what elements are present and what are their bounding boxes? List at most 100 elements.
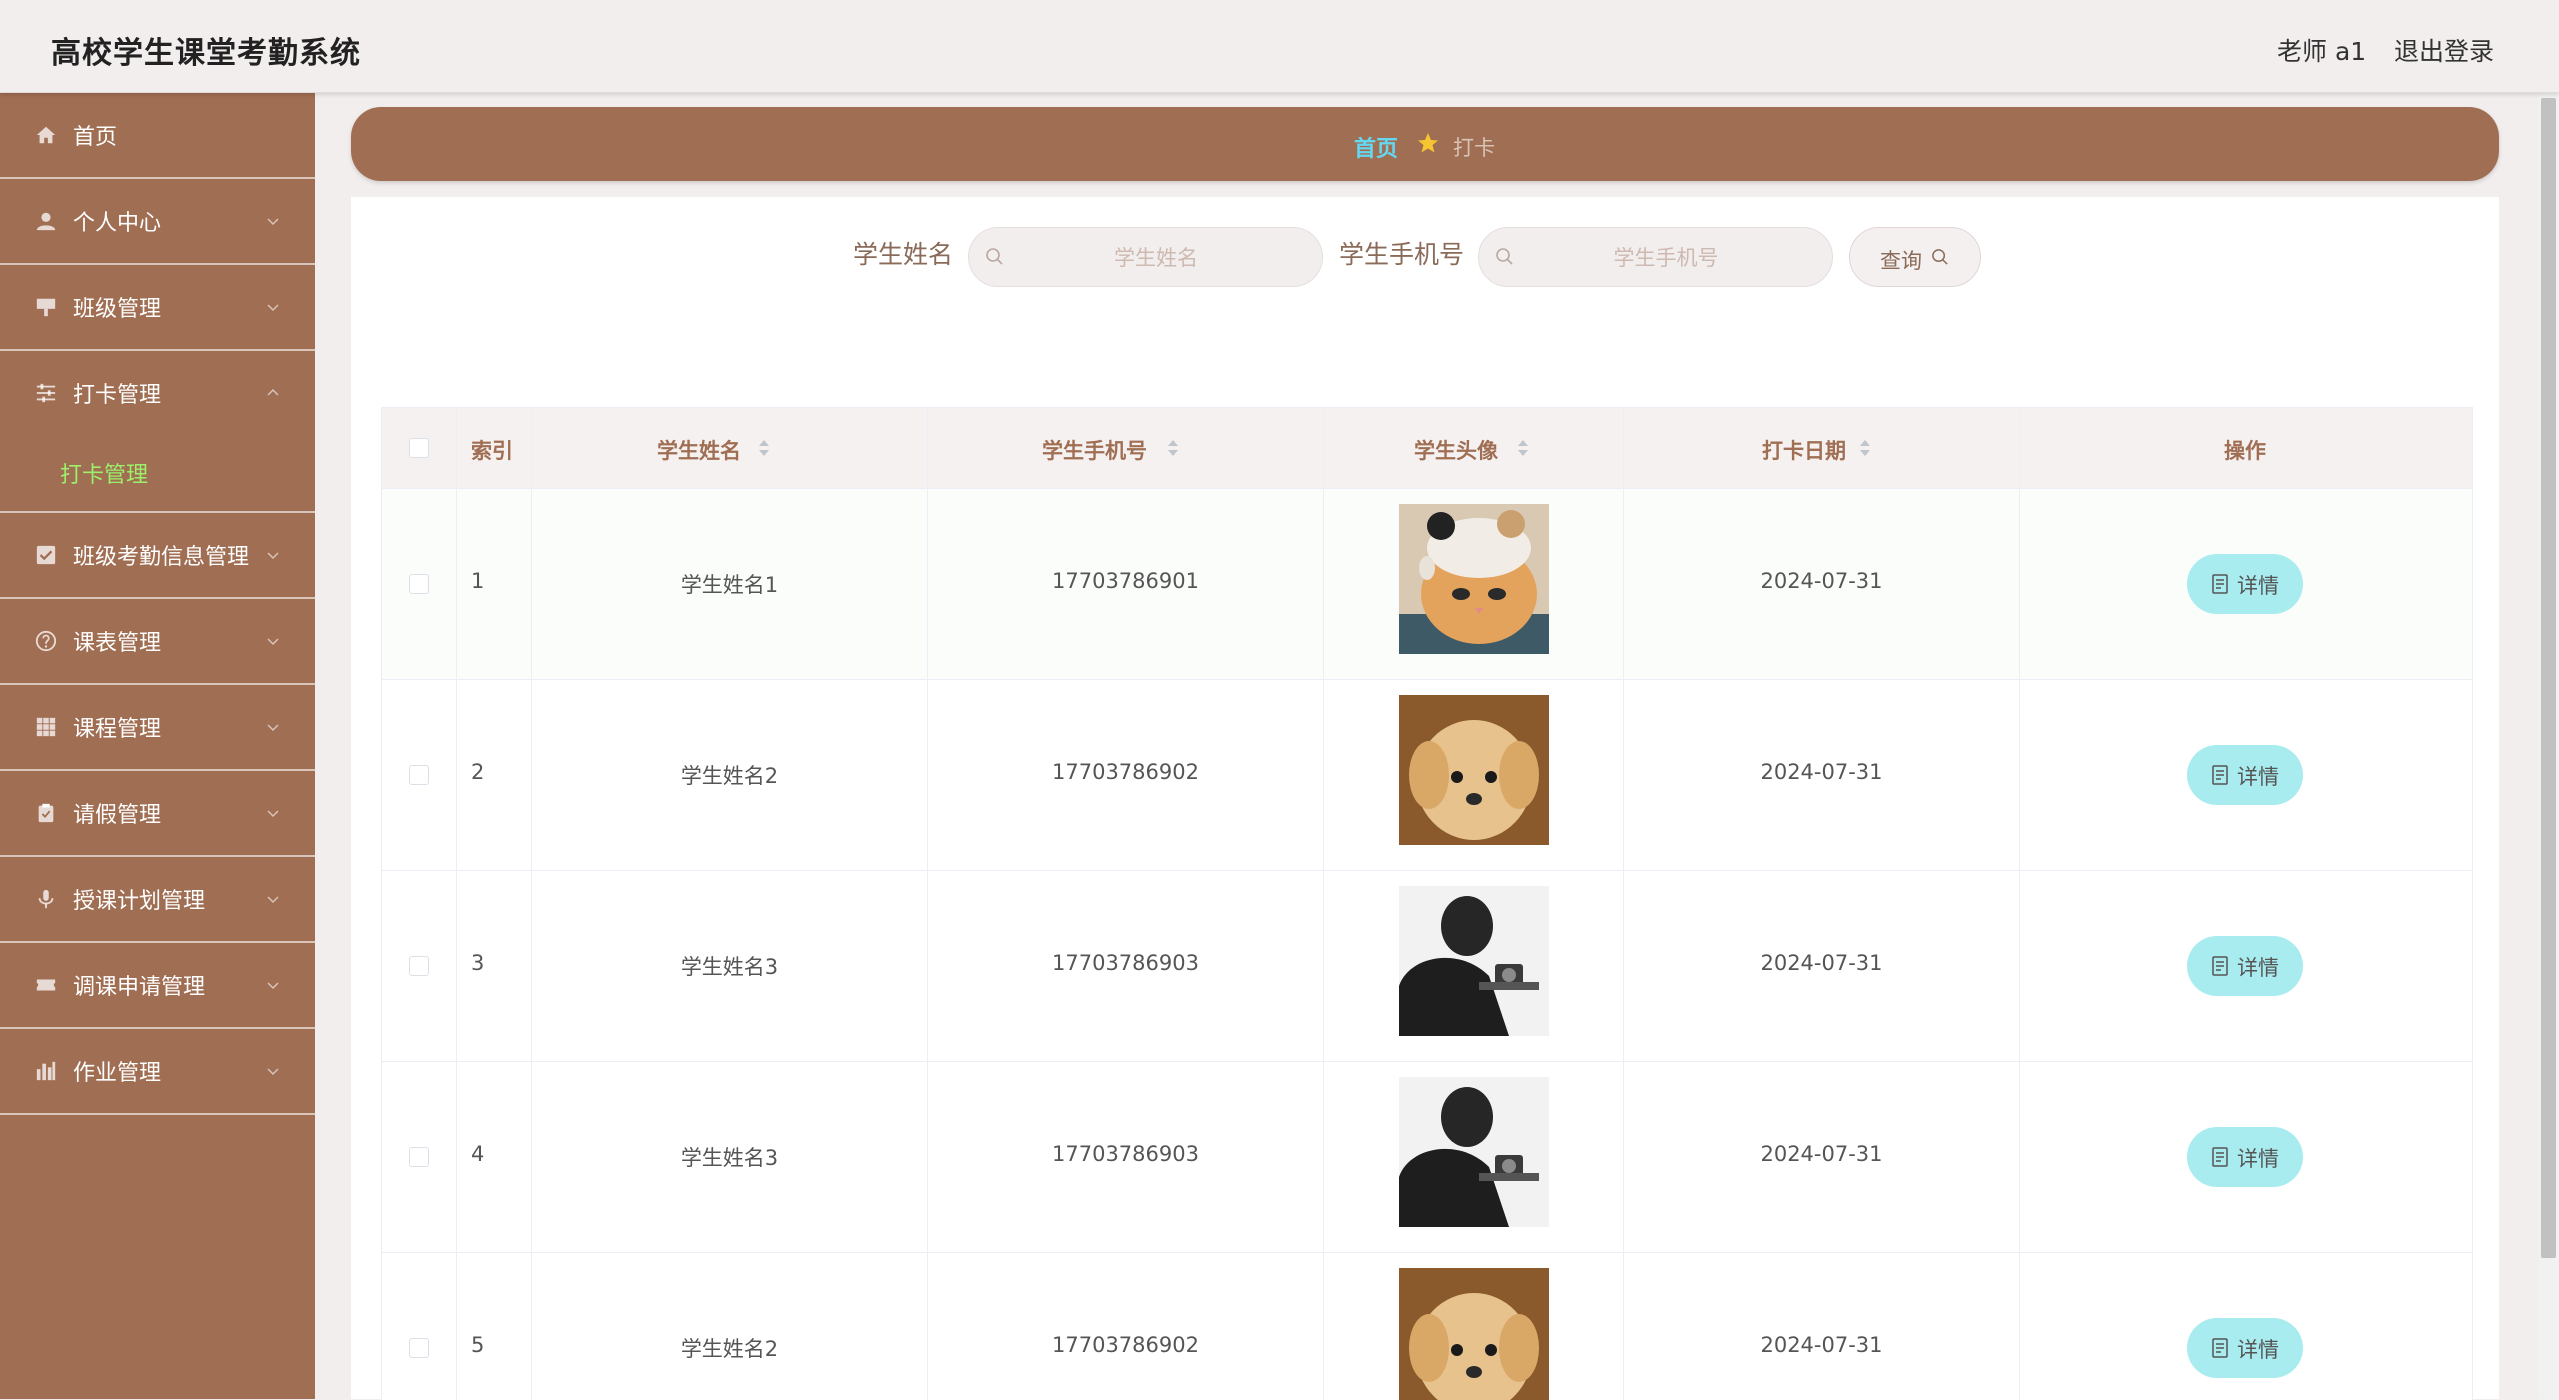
sort-icon[interactable]: [1859, 438, 1871, 458]
sort-icon[interactable]: [1517, 438, 1529, 458]
check-square-icon: [36, 545, 56, 565]
student-phone-search: [1478, 227, 1833, 288]
header-student-phone[interactable]: 学生手机号: [928, 408, 1324, 488]
header-label: 学生头像: [1414, 439, 1498, 463]
header-student-name[interactable]: 学生姓名: [532, 408, 928, 488]
date-value: 2024-07-31: [1760, 1333, 1883, 1357]
phone-cell: 17703786903: [928, 1062, 1324, 1252]
chevron-down-icon: [267, 638, 279, 646]
name-value: 学生姓名2: [680, 764, 779, 788]
detail-button[interactable]: 详情: [2187, 936, 2303, 996]
name-cell: 学生姓名2: [532, 1253, 928, 1400]
chevron-down-icon: [267, 218, 279, 226]
sidebar-item-homework-management[interactable]: 作业管理: [0, 1029, 315, 1115]
sidebar-item-timetable[interactable]: 课表管理: [0, 599, 315, 685]
scrollbar-thumb[interactable]: [2541, 98, 2556, 1258]
phone-cell: 17703786902: [928, 680, 1324, 870]
row-checkbox[interactable]: [409, 956, 429, 976]
submenu-item-checkin-management[interactable]: 打卡管理: [0, 435, 315, 513]
sidebar-item-course-management[interactable]: 课程管理: [0, 685, 315, 771]
top-header: 高校学生课堂考勤系统 老师 a1 退出登录: [0, 0, 2559, 93]
select-cell: [382, 1062, 457, 1252]
avatar-cell: [1324, 489, 1624, 679]
sidebar-item-personal-center[interactable]: 个人中心: [0, 179, 315, 265]
detail-button[interactable]: 详情: [2187, 745, 2303, 805]
action-cell: 详情: [2020, 1253, 2472, 1400]
table-header: 索引 学生姓名 学生手机号 学生头像 打卡日期 操作: [382, 408, 2472, 489]
page-scrollbar[interactable]: [2538, 93, 2559, 1399]
header-label: 打卡日期: [1762, 439, 1846, 463]
document-icon: [2212, 1338, 2228, 1358]
sidebar-item-class-management[interactable]: 班级管理: [0, 265, 315, 351]
help-circle-icon: [35, 630, 57, 652]
sidebar-item-teaching-plan[interactable]: 授课计划管理: [0, 857, 315, 943]
query-button[interactable]: 查询: [1849, 227, 1981, 287]
sidebar-item-label: 请假管理: [73, 803, 162, 828]
ticket-icon: [36, 979, 56, 991]
sidebar-item-home[interactable]: 首页: [0, 93, 315, 179]
row-checkbox[interactable]: [409, 574, 429, 594]
chevron-down-icon: [267, 552, 279, 560]
sidebar-item-checkin-management[interactable]: 打卡管理: [0, 351, 315, 435]
select-all-checkbox[interactable]: [409, 438, 429, 458]
row-checkbox[interactable]: [409, 1147, 429, 1167]
header-student-avatar[interactable]: 学生头像: [1324, 408, 1624, 488]
row-checkbox[interactable]: [409, 765, 429, 785]
index-value: 4: [471, 1142, 485, 1166]
student-phone-label: 学生手机号: [1339, 240, 1465, 269]
search-icon: [1932, 249, 1948, 265]
phone-cell: 17703786902: [928, 1253, 1324, 1400]
phone-value: 17703786903: [1052, 951, 1199, 975]
sidebar-item-class-attendance[interactable]: 班级考勤信息管理: [0, 513, 315, 599]
sidebar-item-label: 打卡管理: [73, 383, 162, 408]
name-cell: 学生姓名1: [532, 489, 928, 679]
avatar-cell: [1324, 1253, 1624, 1400]
phone-value: 17703786901: [1052, 569, 1199, 593]
name-value: 学生姓名3: [680, 955, 779, 979]
board-icon: [36, 298, 56, 317]
chevron-up-icon: [267, 388, 279, 396]
action-cell: 详情: [2020, 680, 2472, 870]
submenu-item-label: 打卡管理: [60, 463, 149, 488]
index-value: 5: [471, 1333, 485, 1357]
date-value: 2024-07-31: [1760, 569, 1883, 593]
student-name-input[interactable]: [1009, 228, 1303, 288]
breadcrumb-current: 打卡: [1453, 136, 1495, 160]
header-label: 操作: [2224, 439, 2266, 463]
detail-button[interactable]: 详情: [2187, 1318, 2303, 1378]
sidebar-item-leave-management[interactable]: 请假管理: [0, 771, 315, 857]
date-cell: 2024-07-31: [1624, 1253, 2020, 1400]
detail-button[interactable]: 详情: [2187, 1127, 2303, 1187]
avatar-cell: [1324, 680, 1624, 870]
table-row: 4 学生姓名3 17703786903 2024-07-31 详情: [382, 1062, 2472, 1253]
checkin-table: 索引 学生姓名 学生手机号 学生头像 打卡日期 操作 1 学生姓名1 17703…: [381, 407, 2473, 1400]
detail-button-label: 详情: [2237, 1338, 2279, 1362]
document-icon: [2212, 765, 2228, 785]
search-icon: [1496, 248, 1513, 265]
grid-icon: [36, 717, 56, 737]
detail-button-label: 详情: [2237, 574, 2279, 598]
action-cell: 详情: [2020, 489, 2472, 679]
table-row: 3 学生姓名3 17703786903 2024-07-31 详情: [382, 871, 2472, 1062]
header-checkin-date[interactable]: 打卡日期: [1624, 408, 2020, 488]
sort-icon[interactable]: [1167, 438, 1179, 458]
index-value: 1: [471, 569, 485, 593]
row-checkbox[interactable]: [409, 1338, 429, 1358]
sidebar-item-label: 调课申请管理: [73, 975, 206, 1000]
detail-button[interactable]: 详情: [2187, 554, 2303, 614]
sliders-icon: [36, 383, 56, 403]
puppy-photo: [1399, 695, 1549, 845]
sort-icon[interactable]: [758, 438, 770, 458]
name-cell: 学生姓名2: [532, 680, 928, 870]
sidebar-item-label: 班级考勤信息管理: [73, 545, 250, 570]
logout-link[interactable]: 退出登录: [2394, 32, 2494, 68]
man-camera-photo: [1399, 1077, 1549, 1227]
chevron-down-icon: [267, 1068, 279, 1076]
breadcrumb-home-link[interactable]: 首页: [1354, 131, 1398, 163]
bar-chart-icon: [36, 1061, 56, 1081]
sidebar-item-reschedule-request[interactable]: 调课申请管理: [0, 943, 315, 1029]
student-name-label: 学生姓名: [853, 240, 954, 269]
document-icon: [2212, 956, 2228, 976]
action-cell: 详情: [2020, 871, 2472, 1061]
student-phone-input[interactable]: [1519, 228, 1813, 288]
